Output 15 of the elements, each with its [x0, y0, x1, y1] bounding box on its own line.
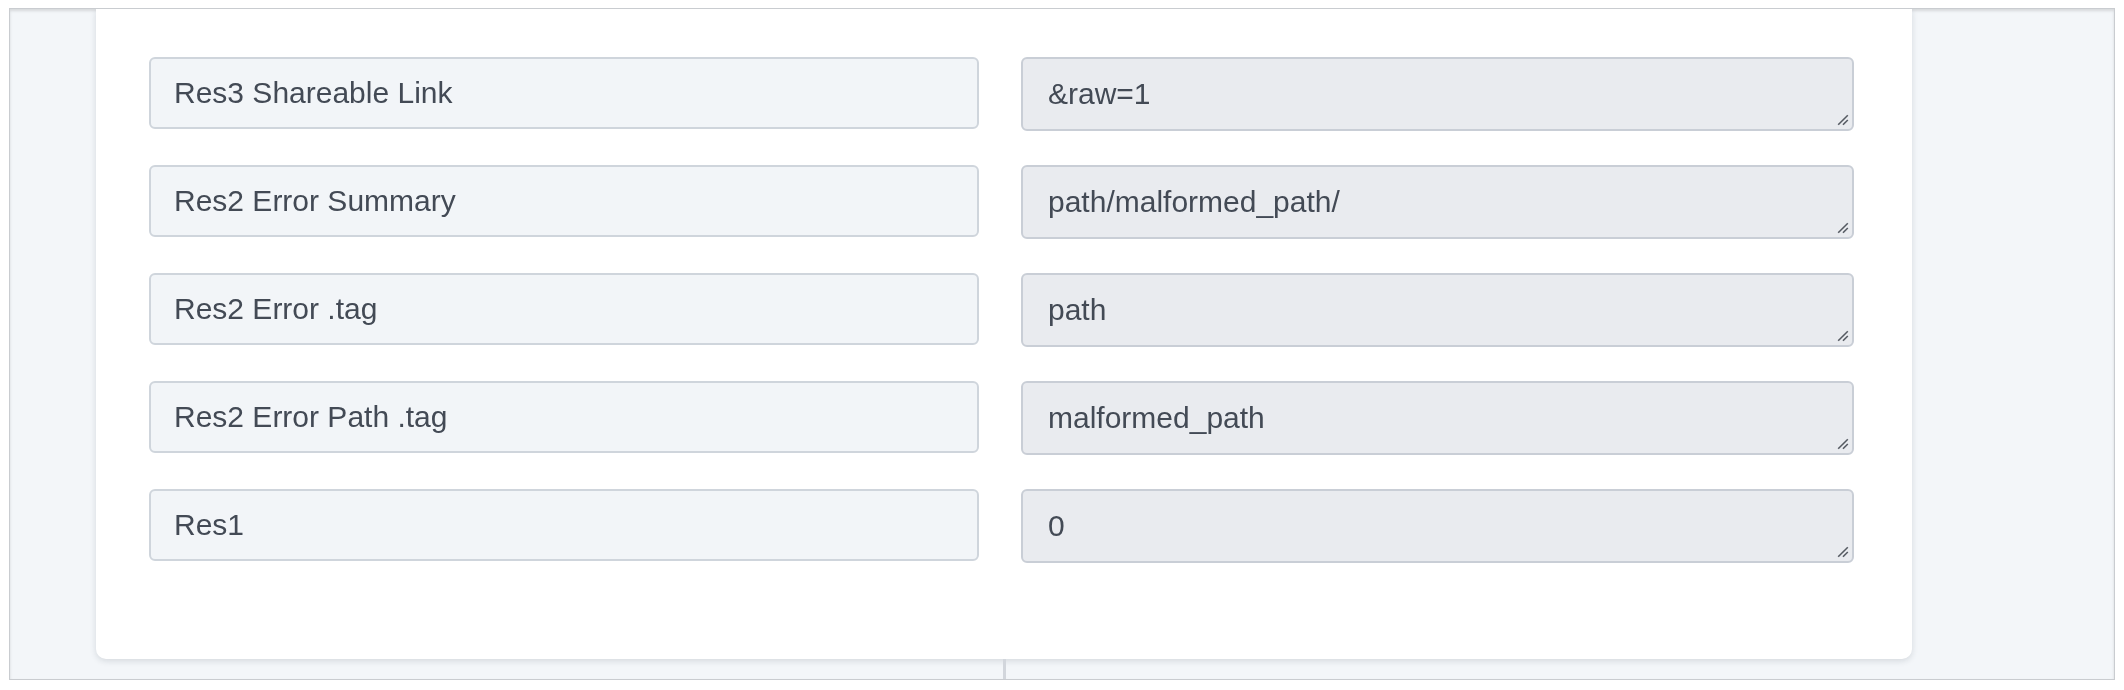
value-textarea[interactable]: malformed_path: [1021, 381, 1854, 455]
label-input[interactable]: Res3 Shareable Link: [149, 57, 979, 129]
resize-grip-icon[interactable]: [1837, 438, 1849, 450]
label-input[interactable]: Res2 Error Path .tag: [149, 381, 979, 453]
value-textarea[interactable]: 0: [1021, 489, 1854, 563]
resize-grip-icon[interactable]: [1837, 222, 1849, 234]
label-input[interactable]: Res2 Error Summary: [149, 165, 979, 237]
value-textarea[interactable]: path: [1021, 273, 1854, 347]
resize-grip-icon[interactable]: [1837, 546, 1849, 558]
label-input[interactable]: Res1: [149, 489, 979, 561]
value-textarea[interactable]: path/malformed_path/: [1021, 165, 1854, 239]
resize-grip-icon[interactable]: [1837, 330, 1849, 342]
resize-grip-icon[interactable]: [1837, 114, 1849, 126]
value-textarea[interactable]: &raw=1: [1021, 57, 1854, 131]
label-input[interactable]: Res2 Error .tag: [149, 273, 979, 345]
